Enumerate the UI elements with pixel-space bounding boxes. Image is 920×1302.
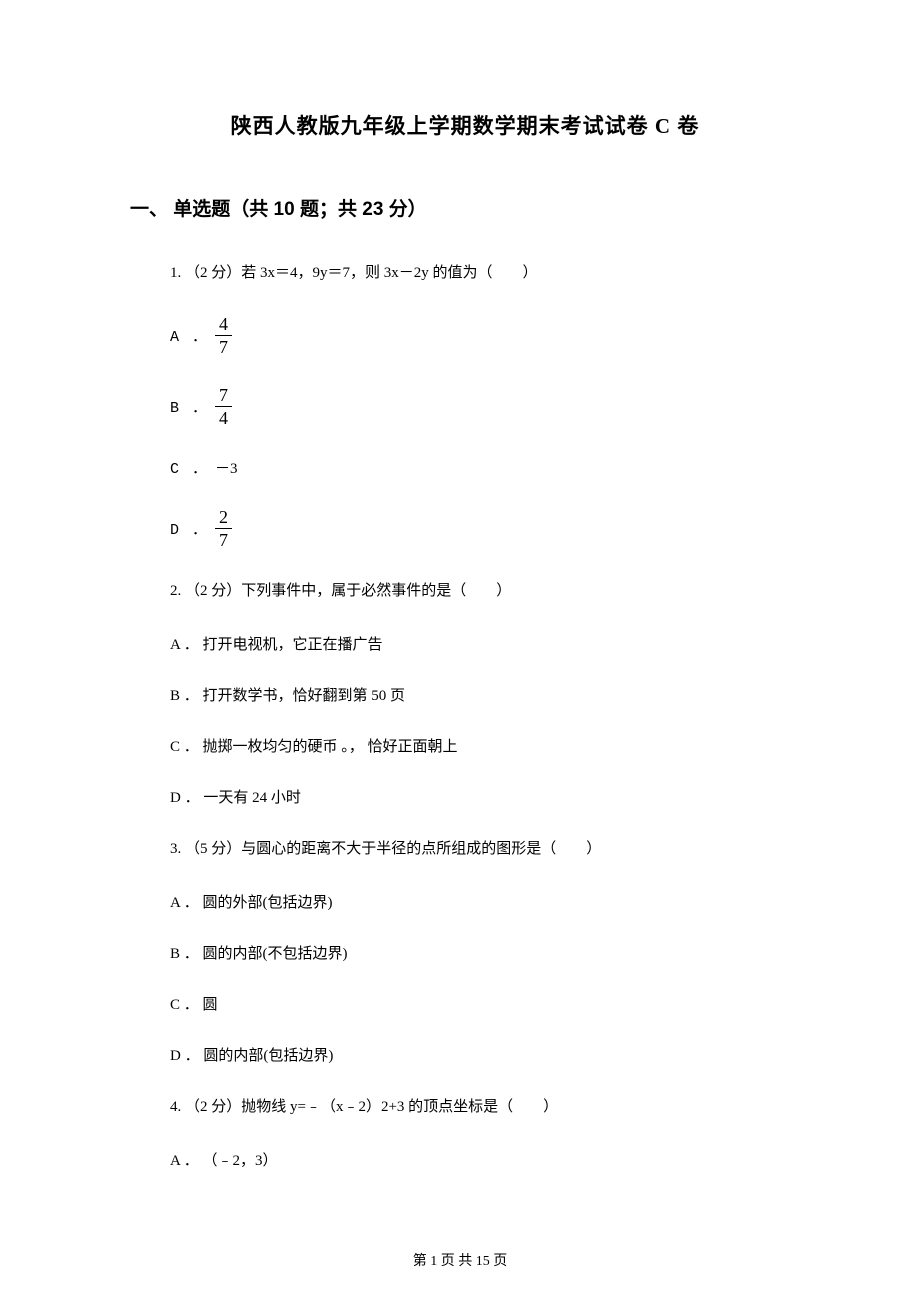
option-label: C ． bbox=[170, 457, 209, 478]
page-footer: 第 1 页 共 15 页 bbox=[0, 1250, 920, 1270]
q1-option-c: C ． －3 bbox=[170, 457, 800, 478]
q3-option-a: A ． 圆的外部(包括边界) bbox=[170, 891, 800, 912]
q4-option-a: A ． （﹣2，3） bbox=[170, 1149, 800, 1170]
q2-option-b: B ． 打开数学书，恰好翻到第 50 页 bbox=[170, 684, 800, 705]
fraction-icon: 4 7 bbox=[215, 315, 232, 356]
question-3: 3. （5 分）与圆心的距离不大于半径的点所组成的图形是（ ） bbox=[170, 837, 800, 861]
q1-text: 1. （2 分）若 3x＝4，9y＝7，则 3x－2y 的值为（ ） bbox=[170, 261, 800, 285]
option-label: D ． bbox=[170, 518, 209, 539]
q1-option-b: B ． 7 4 bbox=[170, 386, 800, 427]
fraction-numerator: 7 bbox=[215, 386, 232, 407]
fraction-icon: 7 4 bbox=[215, 386, 232, 427]
q1-option-a: A ． 4 7 bbox=[170, 315, 800, 356]
fraction-denominator: 4 bbox=[215, 407, 232, 427]
option-label: A ． bbox=[170, 325, 209, 346]
option-text: －3 bbox=[215, 457, 238, 478]
fraction-numerator: 2 bbox=[215, 508, 232, 529]
fraction-denominator: 7 bbox=[215, 336, 232, 356]
q1-option-d: D ． 2 7 bbox=[170, 508, 800, 549]
question-2: 2. （2 分）下列事件中，属于必然事件的是（ ） bbox=[170, 579, 800, 603]
fraction-denominator: 7 bbox=[215, 529, 232, 549]
q3-option-d: D ． 圆的内部(包括边界) bbox=[170, 1044, 800, 1065]
q2-option-a: A ． 打开电视机，它正在播广告 bbox=[170, 633, 800, 654]
question-4: 4. （2 分）抛物线 y=﹣（x﹣2）2+3 的顶点坐标是（ ） bbox=[170, 1095, 800, 1119]
q2-option-d: D ． 一天有 24 小时 bbox=[170, 786, 800, 807]
fraction-icon: 2 7 bbox=[215, 508, 232, 549]
q2-option-c: C ． 抛掷一枚均匀的硬币 。， 恰好正面朝上 bbox=[170, 735, 800, 756]
page-title: 陕西人教版九年级上学期数学期末考试试卷 C 卷 bbox=[130, 110, 800, 140]
q4-text: 4. （2 分）抛物线 y=﹣（x﹣2）2+3 的顶点坐标是（ ） bbox=[170, 1095, 800, 1119]
q3-text: 3. （5 分）与圆心的距离不大于半径的点所组成的图形是（ ） bbox=[170, 837, 800, 861]
question-1: 1. （2 分）若 3x＝4，9y＝7，则 3x－2y 的值为（ ） bbox=[170, 261, 800, 285]
option-label: B ． bbox=[170, 396, 209, 417]
q2-text: 2. （2 分）下列事件中，属于必然事件的是（ ） bbox=[170, 579, 800, 603]
section-header: 一、 单选题（共 10 题；共 23 分） bbox=[130, 194, 800, 221]
q3-option-c: C ． 圆 bbox=[170, 993, 800, 1014]
q3-option-b: B ． 圆的内部(不包括边界) bbox=[170, 942, 800, 963]
fraction-numerator: 4 bbox=[215, 315, 232, 336]
